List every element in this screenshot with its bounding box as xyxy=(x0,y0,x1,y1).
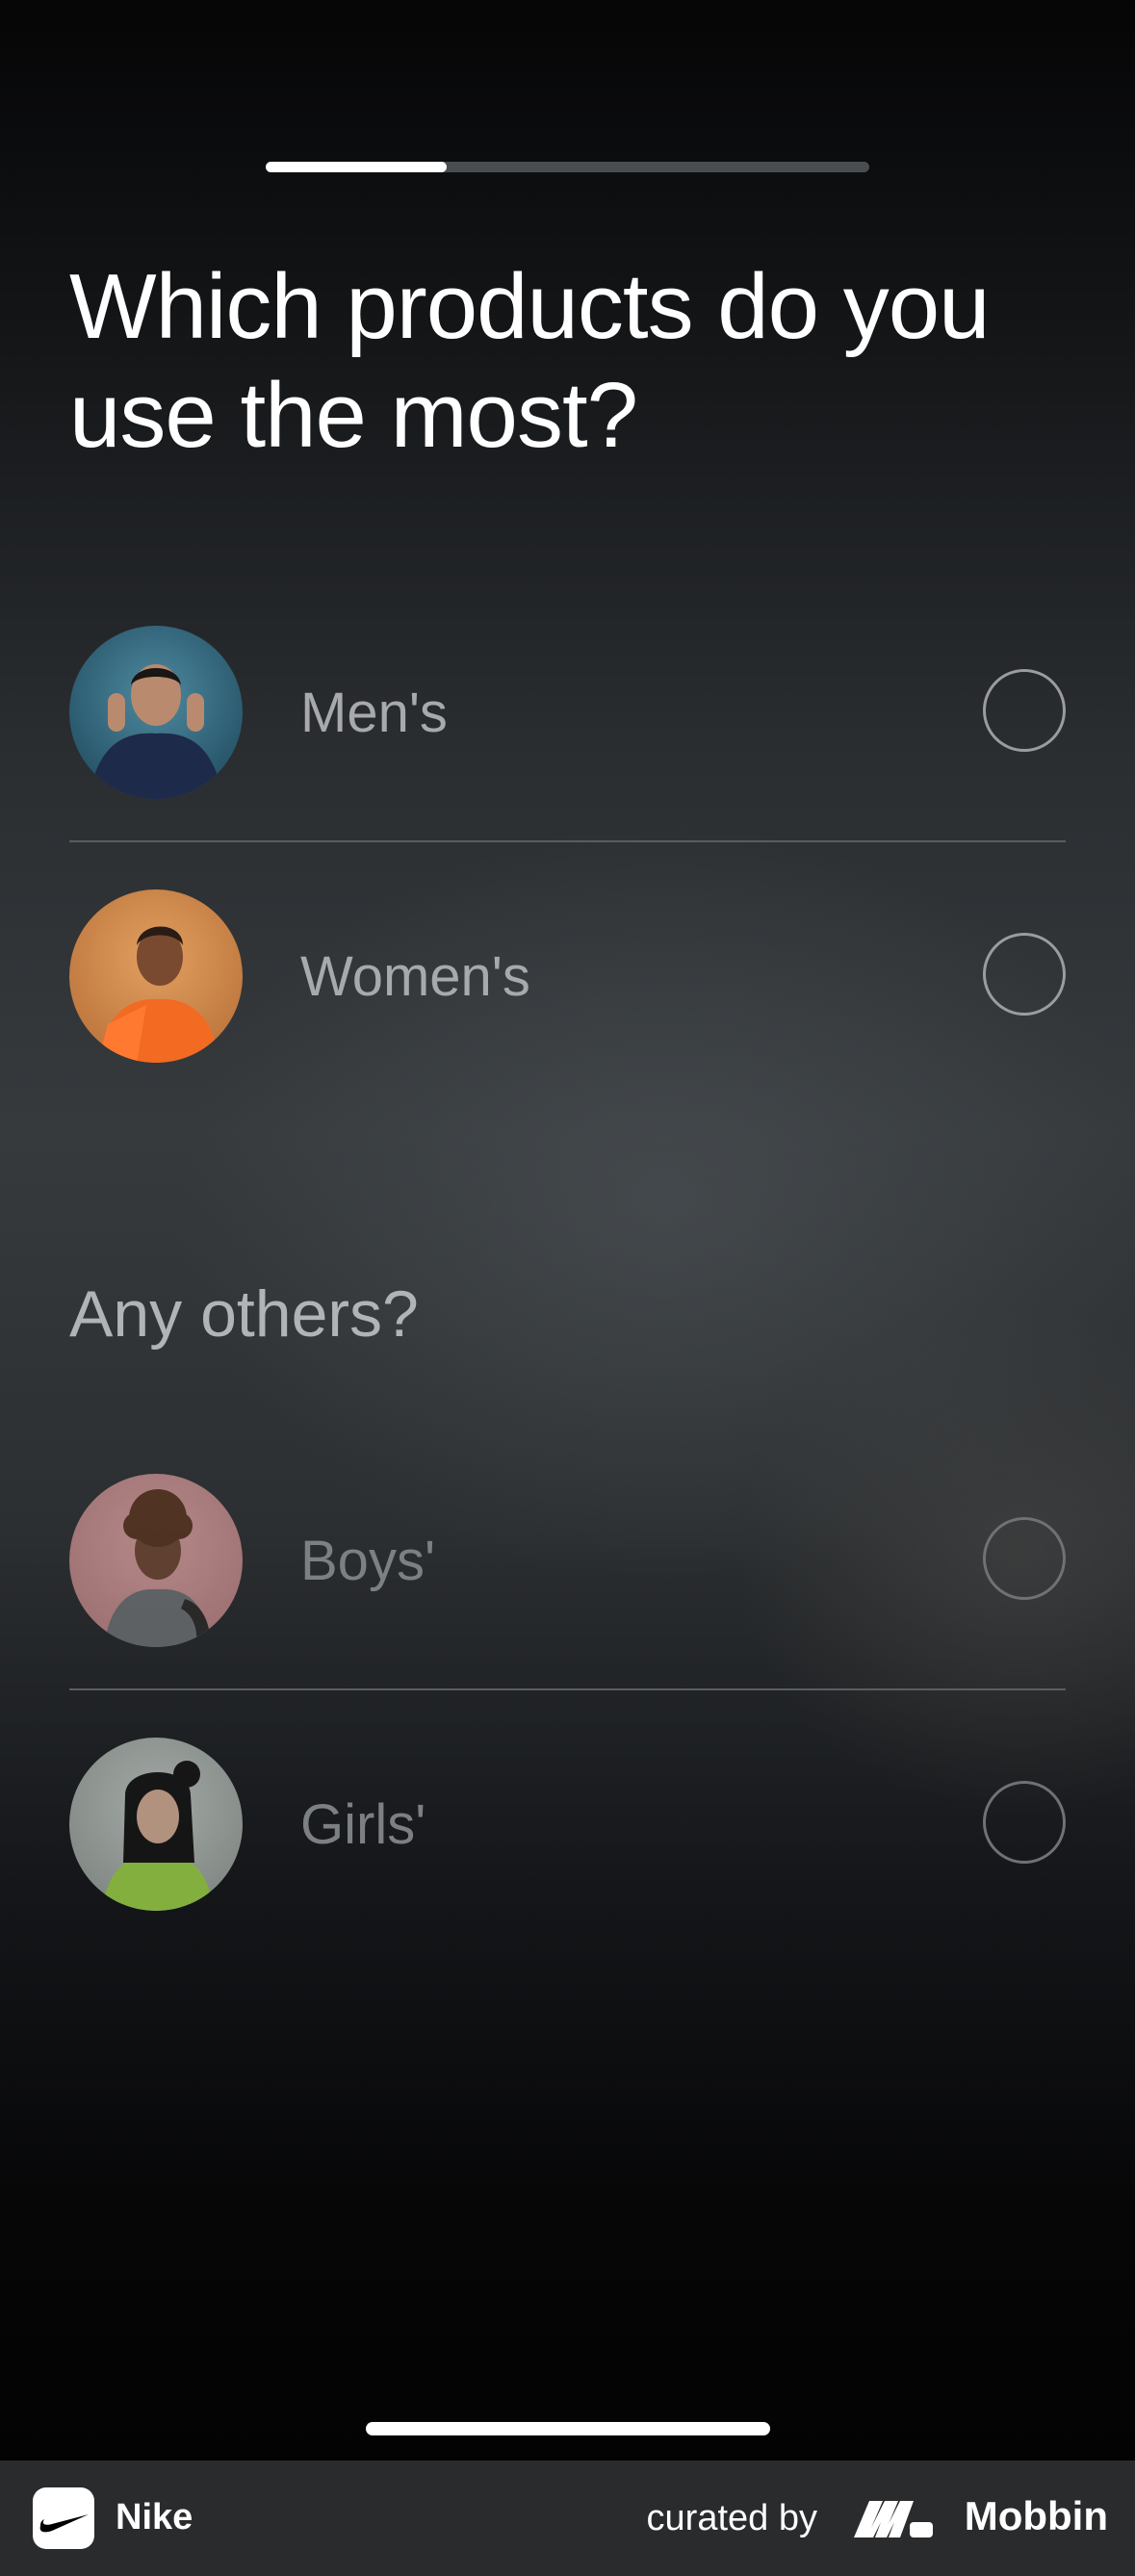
option-womens[interactable]: Women's xyxy=(69,889,1066,1063)
app-name: Nike xyxy=(116,2497,193,2537)
curated-by-label: curated by xyxy=(646,2498,817,2538)
footer-bar: Nike curated by Mobbin xyxy=(0,2460,1135,2576)
option-label: Women's xyxy=(300,945,530,1008)
divider xyxy=(69,840,1066,842)
brand-name: Mobbin xyxy=(964,2493,1108,2538)
boys-avatar xyxy=(69,1474,243,1647)
radio-button[interactable] xyxy=(983,1517,1066,1600)
girls-avatar xyxy=(69,1738,243,1911)
mens-avatar xyxy=(69,626,243,799)
progress-bar xyxy=(266,162,869,172)
nike-swoosh-icon xyxy=(33,2487,94,2549)
radio-button[interactable] xyxy=(983,933,1066,1016)
mobbin-logo-icon xyxy=(850,2495,937,2546)
home-indicator xyxy=(366,2422,770,2435)
onboarding-screen: Which products do you use the most? Men'… xyxy=(0,0,1135,2460)
option-girls[interactable]: Girls' xyxy=(69,1738,1066,1911)
option-mens[interactable]: Men's xyxy=(69,626,1066,799)
divider xyxy=(69,1688,1066,1690)
radio-button[interactable] xyxy=(983,1781,1066,1864)
option-label: Boys' xyxy=(300,1530,436,1592)
option-label: Girls' xyxy=(300,1793,426,1856)
question-title: Which products do you use the most? xyxy=(69,255,991,467)
secondary-heading: Any others? xyxy=(69,1277,419,1351)
option-label: Men's xyxy=(300,682,448,744)
progress-bar-fill xyxy=(266,162,448,172)
radio-button[interactable] xyxy=(983,669,1066,752)
womens-avatar xyxy=(69,889,243,1063)
option-boys[interactable]: Boys' xyxy=(69,1474,1066,1647)
